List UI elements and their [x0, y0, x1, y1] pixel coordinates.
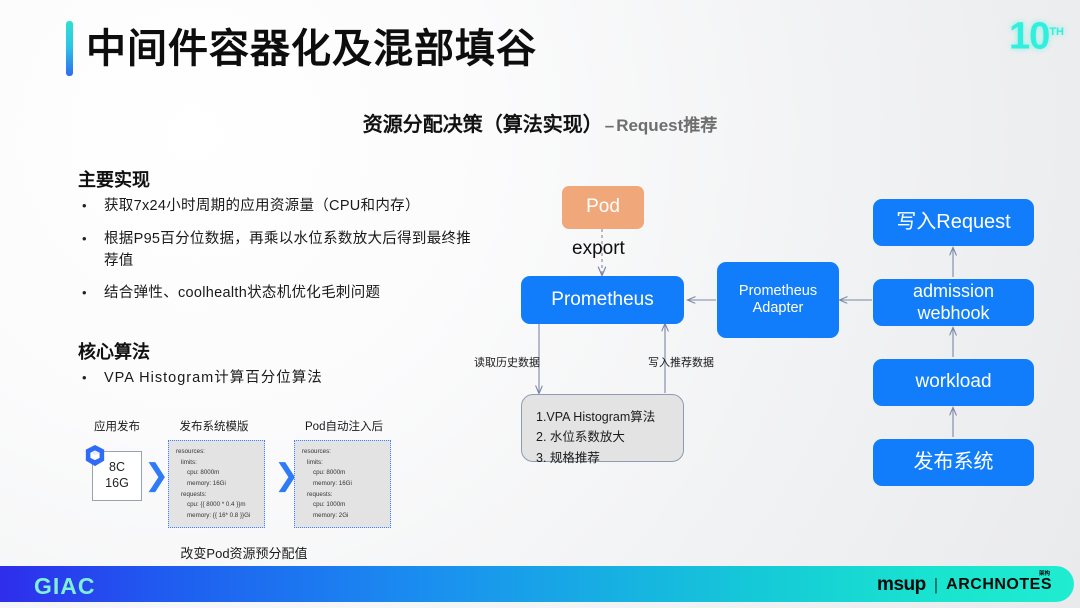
slide-canvas: 中间件容器化及混部填谷 10TH 资源分配决策（算法实现） – Request推荐 … [0, 0, 1080, 608]
mini-diagram-footer-caption: 改变Pod资源预分配值 [180, 546, 308, 561]
bullet-marker: • [82, 370, 87, 385]
flow-node-release-system[interactable]: 发布系统 [873, 439, 1034, 486]
flow-node-prometheus[interactable]: Prometheus [521, 276, 684, 324]
msup-logo: msup [877, 574, 926, 595]
flow-node-prometheus-adapter[interactable]: Prometheus Adapter [717, 262, 839, 338]
anniversary-suffix: TH [1049, 26, 1064, 38]
list-item-text: 根据P95百分位数据，再乘以水位系数放大后得到最终推荐值 [104, 230, 472, 269]
code-line: requests: [181, 490, 207, 498]
flow-node-pod[interactable]: Pod [562, 186, 644, 229]
spec-memory-value: 16G [105, 476, 129, 490]
title-accent-bar [66, 21, 73, 76]
code-line: resources: [302, 448, 331, 455]
code-block-injected: resources: limits: cpu: 8000m memory: 16… [294, 440, 391, 528]
logo-separator: | [933, 575, 939, 594]
mini-caption-right: Pod自动注入后 [305, 421, 383, 433]
archnotes-logo: 架构 ARCHNOTES [946, 571, 1052, 594]
list-item: • 结合弹性、coolhealth状态机优化毛刺问题 [78, 283, 478, 305]
flow-node-workload[interactable]: workload [873, 359, 1034, 406]
bullet-marker: • [82, 285, 87, 301]
mini-caption-left: 应用发布 [94, 421, 140, 433]
list-item: • 获取7x24小时周期的应用资源量（CPU和内存） [78, 196, 478, 218]
container-cube-icon [85, 445, 105, 467]
section-title-core-algo: 核心算法 [78, 342, 150, 362]
flow-node-algorithm-steps[interactable]: 1.VPA Histogram算法 2. 水位系数放大 3. 规格推荐 [521, 394, 684, 465]
code-block-template: resources: limits: cpu: 8000m memory: 16… [168, 440, 265, 528]
bullet-list-main-impl: • 获取7x24小时周期的应用资源量（CPU和内存） • 根据P95百分位数据，… [78, 196, 478, 316]
bullet-list-core-algo: • VPA Histogram计算百分位算法 [78, 368, 478, 401]
code-line: cpu: {{ 8000 * 0.4 }}m [187, 501, 246, 509]
code-line: requests: [307, 490, 333, 498]
mini-arrow-1: ❯ [144, 459, 170, 492]
section-title-main-impl: 主要实现 [78, 170, 150, 190]
giac-logo: GIAC [34, 573, 96, 599]
anniversary-number: 10 [1009, 15, 1050, 58]
code-line: memory: 16Gi [187, 479, 226, 487]
code-line: limits: [181, 458, 197, 466]
spec-cpu-value: 8C [109, 460, 125, 475]
subtitle-secondary: Request推荐 [616, 116, 718, 135]
footer-bar: GIAC msup | 架构 ARCHNOTES [0, 566, 1074, 602]
code-line: cpu: 1000m [313, 501, 346, 509]
code-line: memory: 2Gi [313, 511, 349, 519]
flow-node-admission-line1: admission [912, 281, 995, 302]
code-line: resources: [176, 448, 205, 455]
slide-subtitle: 资源分配决策（算法实现） – Request推荐 [0, 108, 1080, 137]
subtitle-dash: – [604, 116, 615, 135]
code-line: cpu: 8000m [313, 469, 346, 477]
bullet-marker: • [82, 198, 87, 213]
code-line: limits: [307, 458, 323, 466]
flow-label-export: export [572, 238, 625, 259]
partner-logos: msup | 架构 ARCHNOTES [877, 571, 1052, 596]
flow-node-prometheus-adapter-line2: Adapter [752, 300, 804, 316]
subtitle-main: 资源分配决策（算法实现） [362, 114, 603, 136]
list-item: • VPA Histogram计算百分位算法 [78, 368, 478, 390]
algo-step: 2. 水位系数放大 [536, 430, 625, 445]
list-item: • 根据P95百分位数据，再乘以水位系数放大后得到最终推荐值 [78, 229, 478, 273]
list-item-text: VPA Histogram计算百分位算法 [104, 370, 323, 386]
code-line: memory: 16Gi [313, 479, 352, 487]
archnotes-cn-label: 架构 [1038, 571, 1050, 577]
flow-node-write-request[interactable]: 写入Request [873, 199, 1034, 246]
archnotes-label: ARCHNOTES [946, 576, 1052, 593]
flow-edge-label-read-history: 读取历史数据 [474, 357, 540, 369]
list-item-text: 结合弹性、coolhealth状态机优化毛刺问题 [104, 285, 381, 302]
code-line: cpu: 8000m [187, 469, 220, 477]
page-title: 中间件容器化及混部填谷 [86, 27, 537, 71]
algo-step: 3. 规格推荐 [536, 450, 600, 465]
mini-pipeline-diagram: 应用发布 发布系统模版 Pod自动注入后 8C 16G ❯ ❯ resource… [84, 418, 404, 538]
list-item-text: 获取7x24小时周期的应用资源量（CPU和内存） [104, 198, 420, 214]
algo-step: 1.VPA Histogram算法 [536, 410, 656, 424]
bullet-marker: • [82, 230, 87, 246]
mini-arrow-2: ❯ [274, 459, 300, 492]
flow-node-prometheus-adapter-line1: Prometheus [738, 282, 818, 299]
flow-node-admission-webhook[interactable]: admission webhook [873, 279, 1034, 326]
flow-edge-label-write-recommend: 写入推荐数据 [648, 357, 714, 369]
flow-node-admission-line2: webhook [917, 302, 990, 323]
code-line: memory: {{ 16* 0.8 }}Gi [187, 511, 251, 519]
mini-caption-middle: 发布系统模版 [179, 421, 249, 433]
anniversary-logo: 10TH [1004, 8, 1064, 60]
